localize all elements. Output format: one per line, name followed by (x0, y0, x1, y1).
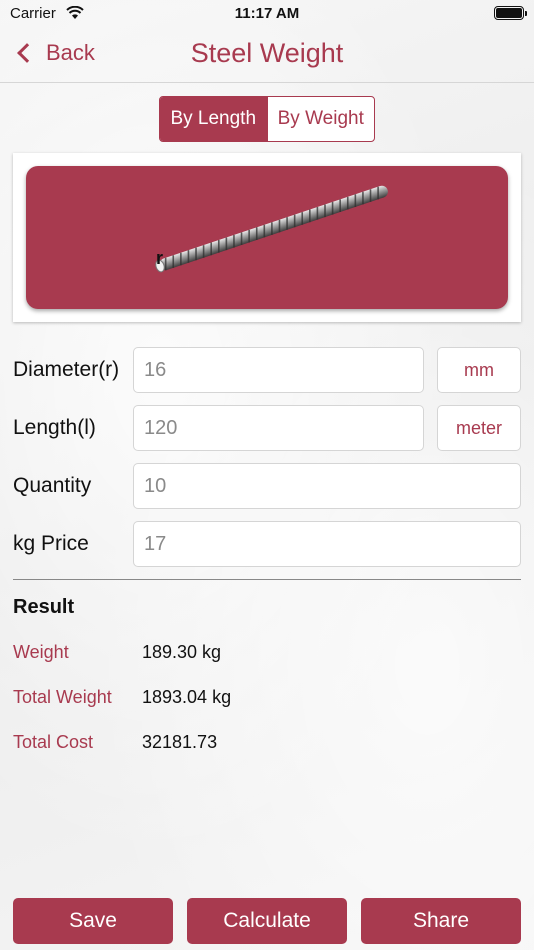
diameter-label: Diameter(r) (13, 358, 120, 381)
kg-price-input[interactable]: 17 (133, 521, 521, 567)
kg-price-label: kg Price (13, 532, 89, 555)
tab-by-weight[interactable]: By Weight (266, 97, 375, 141)
weight-value: 189.30 kg (142, 642, 222, 662)
rebar-icon (155, 185, 388, 273)
length-input[interactable]: 120 (133, 405, 424, 451)
section-divider (13, 579, 521, 580)
page-title: Steel Weight (190, 38, 344, 68)
weight-label: Weight (13, 642, 69, 662)
result-heading: Result (13, 596, 75, 618)
length-unit-button[interactable]: meter (437, 405, 521, 451)
length-label: Length(l) (13, 416, 96, 439)
diameter-unit-button[interactable]: mm (437, 347, 521, 393)
rebar-illustration-card: r (13, 153, 521, 322)
total-cost-value: 32181.73 (142, 732, 218, 752)
status-time: 11:17 AM (234, 5, 300, 22)
diameter-marker-label: r (156, 248, 164, 268)
quantity-input[interactable]: 10 (133, 463, 521, 509)
mode-segmented-control: By Length By Weight (159, 96, 375, 142)
total-weight-label: Total Weight (13, 687, 112, 707)
total-cost-label: Total Cost (13, 732, 94, 752)
rebar-illustration: r (26, 166, 508, 309)
diameter-input[interactable]: 16 (133, 347, 424, 393)
total-weight-value: 1893.04 kg (142, 687, 232, 707)
save-button[interactable]: Save (13, 898, 173, 944)
navigation-bar: Back Steel Weight (0, 28, 534, 83)
battery-icon (494, 6, 527, 20)
tab-by-length[interactable]: By Length (160, 97, 267, 141)
share-button[interactable]: Share (361, 898, 521, 944)
status-bar: Carrier 11:17 AM (0, 0, 534, 28)
quantity-label: Quantity (13, 474, 92, 497)
calculate-button[interactable]: Calculate (187, 898, 347, 944)
